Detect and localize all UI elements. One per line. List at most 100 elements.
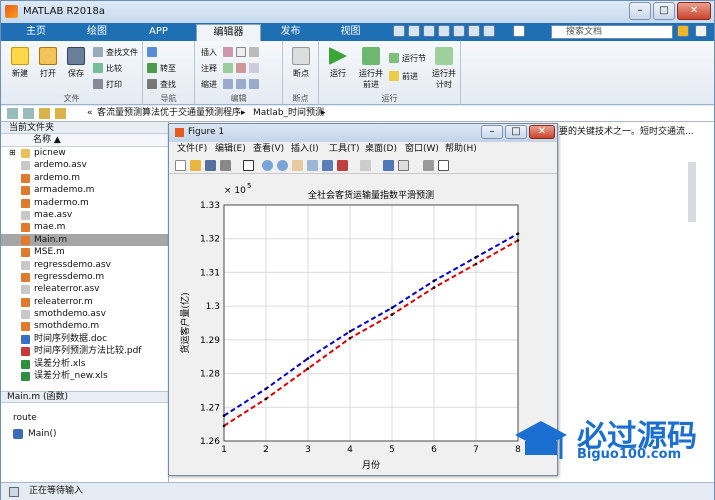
expand-ribbon-icon[interactable] <box>695 25 707 37</box>
browse-folder-icon[interactable] <box>55 108 66 119</box>
current-folder-pane: 当前文件夹 名称 ▲ picnew ⊞ ardemo.asv ardemo.m arma… <box>1 122 169 482</box>
forward-arrow-icon[interactable] <box>23 108 34 119</box>
menu-edit[interactable]: 编辑(E) <box>215 142 246 157</box>
close-button[interactable]: ✕ <box>677 2 711 20</box>
show-plot-tools-icon[interactable] <box>438 160 449 171</box>
link-plot-icon[interactable] <box>360 160 371 171</box>
maximize-button[interactable]: □ <box>653 2 675 20</box>
path-segment-2[interactable]: Matlab_时间预测 <box>253 106 324 121</box>
notifications-icon[interactable] <box>677 25 689 37</box>
run-button[interactable]: 运行 <box>325 47 351 79</box>
tab-home[interactable]: 主页 <box>11 24 61 41</box>
switch-window-icon[interactable] <box>483 25 495 37</box>
tab-editor[interactable]: 编辑器 <box>196 24 261 41</box>
save-figure-icon[interactable] <box>205 160 216 171</box>
tab-publish[interactable]: 发布 <box>263 24 318 41</box>
file-item[interactable]: 时间序列数据.doc <box>1 333 168 345</box>
expand-folder-icon[interactable]: ⊞ <box>9 147 16 159</box>
figure-close-button[interactable]: ✕ <box>529 125 555 139</box>
menu-tools[interactable]: 工具(T) <box>329 142 360 157</box>
path-segment-1[interactable]: 客流量预测算法优于交通量预测程序 <box>97 106 241 121</box>
file-item[interactable]: releaterror.m <box>1 296 168 308</box>
paste-quick-icon[interactable] <box>438 25 450 37</box>
status-text: 正在等待输入 <box>29 486 84 496</box>
address-dropdown-icon[interactable] <box>698 108 709 119</box>
run-and-advance-button[interactable]: 运行并 前进 <box>355 47 387 90</box>
comment-icons[interactable] <box>223 63 262 73</box>
figure-minimize-button[interactable]: – <box>481 125 503 139</box>
zoom-out-icon[interactable] <box>277 160 288 171</box>
figure-maximize-button[interactable]: □ <box>505 125 527 139</box>
open-file-icon[interactable] <box>190 160 201 171</box>
save-button[interactable]: 保存 <box>63 47 89 79</box>
tab-apps[interactable]: APP <box>131 24 186 41</box>
file-item[interactable]: ardemo.asv <box>1 159 168 171</box>
up-folder-icon[interactable] <box>39 108 50 119</box>
menu-file[interactable]: 文件(F) <box>177 142 207 157</box>
new-figure-icon[interactable] <box>175 160 186 171</box>
search-input[interactable]: 搜索文档 <box>551 25 673 39</box>
comment-button[interactable]: 注释 <box>201 63 217 74</box>
new-button[interactable]: 新建 <box>7 47 33 79</box>
undo-quick-icon[interactable] <box>453 25 465 37</box>
advance-button[interactable]: 前进 <box>389 71 418 82</box>
save-quick-icon[interactable] <box>393 25 405 37</box>
file-item[interactable]: smothdemo.asv <box>1 308 168 320</box>
name-column-header[interactable]: 名称 ▲ <box>1 134 168 147</box>
file-item[interactable]: mae.asv <box>1 209 168 221</box>
file-item[interactable]: 误差分析.xls <box>1 358 168 370</box>
run-and-time-button[interactable]: 运行并 计时 <box>429 47 459 90</box>
tab-plots[interactable]: 绘图 <box>67 24 127 41</box>
details-function[interactable]: Main() <box>28 429 57 439</box>
print-figure-icon[interactable] <box>220 160 231 171</box>
rotate-icon[interactable] <box>307 160 318 171</box>
file-item[interactable]: ardemo.m <box>1 172 168 184</box>
brush-icon[interactable] <box>337 160 348 171</box>
breakpoints-button[interactable]: 断点 <box>287 47 315 79</box>
file-item[interactable]: 时间序列预测方法比较.pdf <box>1 345 168 357</box>
open-button[interactable]: 打开 <box>35 47 61 79</box>
file-item[interactable]: 误差分析_new.xls <box>1 370 168 382</box>
menu-window[interactable]: 窗口(W) <box>405 142 439 157</box>
file-item[interactable]: Main.m <box>1 233 168 247</box>
help-quick-icon[interactable] <box>513 25 525 37</box>
file-item[interactable]: regressdemo.m <box>1 271 168 283</box>
data-cursor-icon[interactable] <box>322 160 333 171</box>
nav-back-button[interactable] <box>147 47 160 57</box>
insert-icons[interactable] <box>223 47 262 57</box>
pan-icon[interactable] <box>292 160 303 171</box>
indent-button[interactable]: 缩进 <box>201 79 217 90</box>
menu-insert[interactable]: 插入(I) <box>291 142 319 157</box>
zoom-in-icon[interactable] <box>262 160 273 171</box>
file-item[interactable]: regressdemo.asv <box>1 259 168 271</box>
file-item[interactable]: picnew ⊞ <box>1 147 168 159</box>
compare-button[interactable]: 比较 <box>93 63 122 74</box>
menu-view[interactable]: 查看(V) <box>253 142 284 157</box>
file-item[interactable]: armademo.m <box>1 184 168 196</box>
goto-button[interactable]: 转至 <box>147 63 176 74</box>
redo-quick-icon[interactable] <box>468 25 480 37</box>
indent-icons[interactable] <box>223 79 262 89</box>
back-arrow-icon[interactable] <box>7 108 18 119</box>
find-files-button[interactable]: 查找文件 <box>93 47 138 58</box>
copy-quick-icon[interactable] <box>423 25 435 37</box>
run-section-button[interactable]: 运行节 <box>389 53 426 64</box>
insert-button[interactable]: 插入 <box>201 47 217 58</box>
hide-plot-tools-icon[interactable] <box>423 160 434 171</box>
legend-icon[interactable] <box>398 160 409 171</box>
print-button[interactable]: 打印 <box>93 79 122 90</box>
tab-view[interactable]: 视图 <box>323 24 378 41</box>
file-item[interactable]: releaterror.asv <box>1 283 168 295</box>
cut-quick-icon[interactable] <box>408 25 420 37</box>
file-item[interactable]: madermo.m <box>1 197 168 209</box>
file-item[interactable]: smothdemo.m <box>1 320 168 332</box>
colorbar-icon[interactable] <box>383 160 394 171</box>
find-button[interactable]: 查找 <box>147 79 176 90</box>
menu-help[interactable]: 帮助(H) <box>445 142 477 157</box>
file-item[interactable]: mae.m <box>1 221 168 233</box>
menu-desktop[interactable]: 桌面(D) <box>365 142 397 157</box>
editor-scrollbar[interactable] <box>688 162 696 222</box>
file-item[interactable]: MSE.m <box>1 246 168 258</box>
minimize-button[interactable]: – <box>629 2 651 20</box>
pointer-icon[interactable] <box>243 160 254 171</box>
